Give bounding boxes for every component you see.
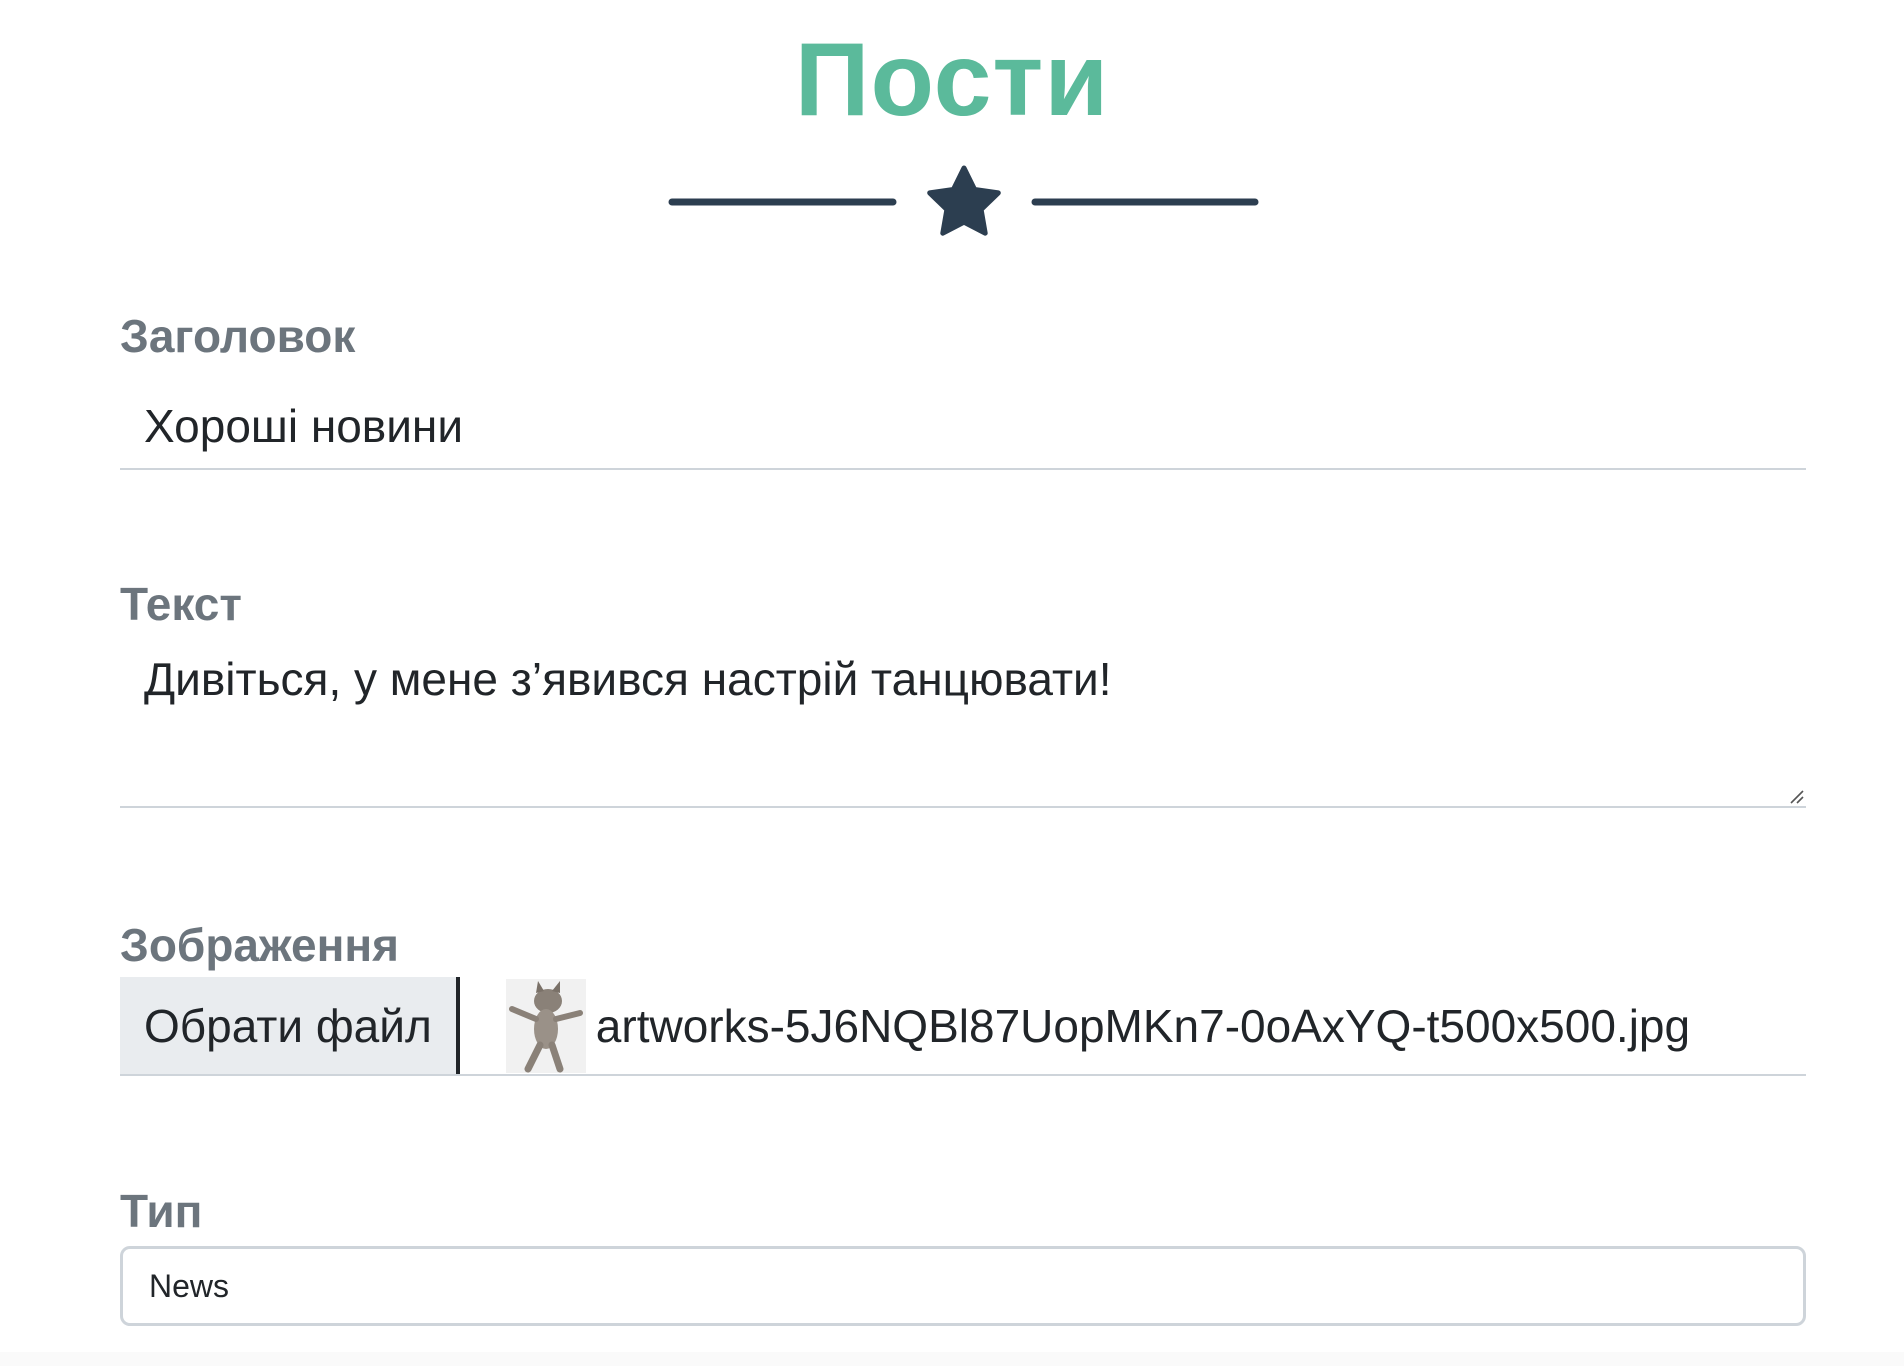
image-field-label: Зображення: [120, 919, 400, 971]
title-divider: [0, 165, 1904, 245]
type-select[interactable]: News: [120, 1246, 1806, 1326]
selected-file-name: artworks-5J6NQBl87UopMKn7-0oAxYQ-t500x50…: [595, 999, 1691, 1052]
page-title: Пости: [794, 22, 1110, 138]
resize-handle-icon[interactable]: [1788, 788, 1804, 804]
title-input[interactable]: [120, 384, 1806, 470]
title-field-label: Заголовок: [120, 310, 356, 362]
image-file-input[interactable]: Обрати файл artworks-5J6NQBl87UopMKn7-0o…: [120, 977, 1806, 1076]
type-field-label: Тип: [120, 1185, 203, 1237]
post-form-page: Пости Заголовок Текст Дивіться, у мене з…: [0, 0, 1904, 1366]
dancing-cat-thumbnail-icon: [505, 978, 586, 1073]
page-bottom-edge: [0, 1352, 1904, 1366]
text-field-label: Текст: [120, 578, 242, 630]
text-textarea[interactable]: Дивіться, у мене з’явився настрій танцюв…: [120, 646, 1806, 808]
star-icon: [927, 165, 1001, 236]
choose-file-button[interactable]: Обрати файл: [120, 977, 460, 1074]
type-select-value: News: [149, 1267, 230, 1304]
text-textarea-value: Дивіться, у мене з’явився настрій танцюв…: [144, 653, 1112, 705]
